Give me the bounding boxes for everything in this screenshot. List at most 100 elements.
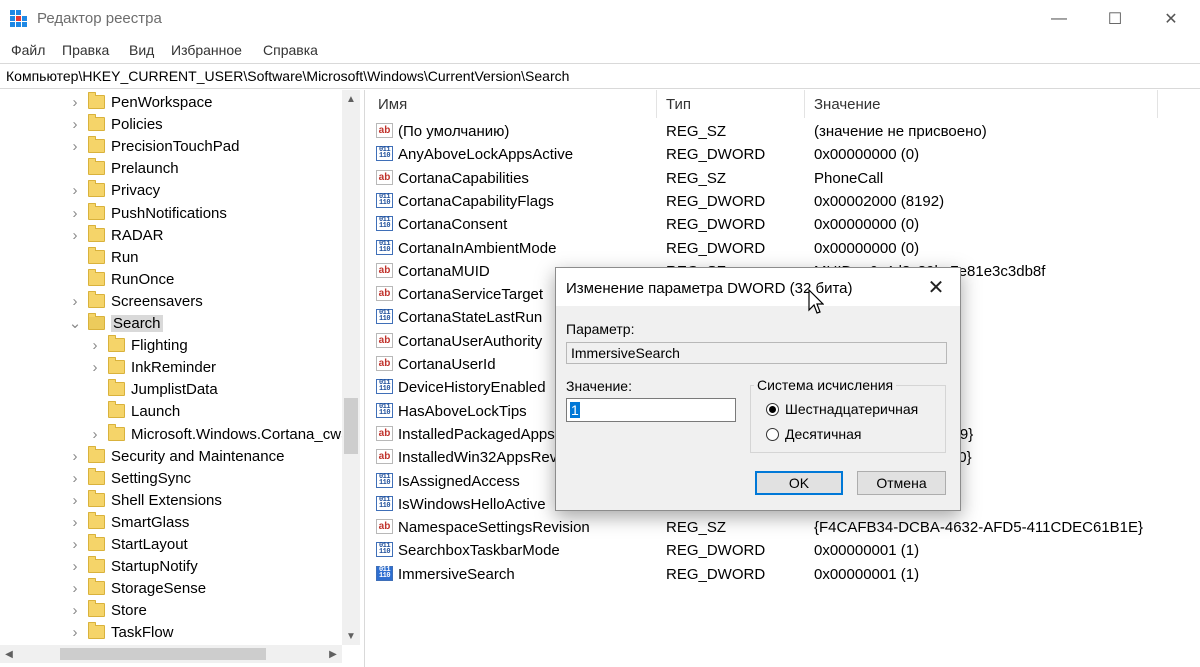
address-bar[interactable]: Компьютер\HKEY_CURRENT_USER\Software\Mic… (0, 63, 1200, 89)
chevron-right-icon[interactable]: › (68, 138, 82, 155)
tree-item-microsoft-windows-cortana-cw5[interactable]: › Microsoft.Windows.Cortana_cw5 (88, 423, 349, 445)
chevron-right-icon[interactable]: › (88, 359, 102, 376)
tree-item-startupnotify[interactable]: › StartupNotify (68, 555, 198, 577)
tree-item-radar[interactable]: › RADAR (68, 224, 164, 246)
value-row[interactable]: ab NamespaceSettingsRevision REG_SZ {F4CAFB… (369, 516, 1200, 539)
value-name: CortanaMUID (398, 263, 490, 280)
chevron-down-icon[interactable]: ⌄ (68, 315, 82, 332)
value-row[interactable]: 011 110 AnyAboveLockAppsActive REG_DWORD 0x0… (369, 143, 1200, 166)
tree-item-pushnotifications[interactable]: › PushNotifications (68, 202, 227, 224)
value-row[interactable]: 011 110 ImmersiveSearch REG_DWORD 0x00000001… (369, 563, 1200, 586)
scroll-up-icon[interactable]: ▲ (342, 90, 360, 108)
chevron-right-icon[interactable]: › (68, 94, 82, 111)
tree-item-startlayout[interactable]: › StartLayout (68, 533, 188, 555)
tree-item-label: Store (111, 601, 147, 619)
tree-vertical-scrollbar[interactable]: ▲ ▼ (342, 90, 360, 645)
column-value[interactable]: Значение (814, 90, 1154, 118)
chevron-right-icon[interactable]: › (68, 470, 82, 487)
key-tree[interactable]: › PenWorkspace › Policies › PrecisionTouchPad… (0, 90, 365, 667)
dword-value-icon: 011 110 (376, 379, 393, 394)
chevron-right-icon[interactable]: › (68, 492, 82, 509)
tree-item-label: Screensavers (111, 292, 203, 310)
close-button[interactable]: ✕ (1143, 0, 1199, 38)
chevron-right-icon[interactable]: › (88, 426, 102, 443)
value-row[interactable]: 011 110 CortanaConsent REG_DWORD 0x00000000 … (369, 213, 1200, 236)
tree-item-prelaunch[interactable]: Prelaunch (68, 157, 179, 179)
chevron-right-icon[interactable]: › (88, 337, 102, 354)
value-row[interactable]: 011 110 SearchboxTaskbarMode REG_DWORD 0x000… (369, 539, 1200, 562)
column-divider[interactable] (804, 90, 805, 118)
chevron-right-icon[interactable]: › (68, 205, 82, 222)
value-row[interactable]: 011 110 CortanaCapabilityFlags REG_DWORD 0x0… (369, 190, 1200, 213)
hex-radio[interactable]: Шестнадцатеричная (766, 401, 918, 417)
ok-button[interactable]: OK (755, 471, 843, 495)
tree-item-launch[interactable]: Launch (88, 400, 180, 422)
folder-icon (88, 269, 105, 286)
chevron-right-icon[interactable]: › (68, 182, 82, 199)
tree-item-inkreminder[interactable]: › InkReminder (88, 356, 216, 378)
chevron-right-icon[interactable]: › (68, 116, 82, 133)
tree-item-policies[interactable]: › Policies (68, 113, 163, 135)
chevron-right-icon[interactable]: › (68, 580, 82, 597)
tree-item-taskflow[interactable]: › TaskFlow (68, 621, 174, 643)
tree-item-privacy[interactable]: › Privacy (68, 179, 160, 201)
tree-item-jumplistdata[interactable]: JumplistData (88, 378, 218, 400)
tree-item-shell-extensions[interactable]: › Shell Extensions (68, 489, 222, 511)
value-name: IsWindowsHelloActive (398, 496, 546, 513)
menu-view[interactable]: Вид (129, 42, 154, 58)
tree-horizontal-scrollbar[interactable]: ◀ ▶ (0, 645, 342, 663)
tree-item-search[interactable]: ⌄ Search (68, 312, 163, 334)
value-name: CortanaServiceTarget (398, 286, 544, 303)
value-row[interactable]: ab (По умолчанию) REG_SZ (значение не присв… (369, 120, 1200, 143)
hscroll-thumb[interactable] (60, 648, 266, 660)
scroll-thumb[interactable] (344, 398, 358, 454)
string-value-icon: ab (376, 123, 393, 138)
tree-item-security-and-maintenance[interactable]: › Security and Maintenance (68, 445, 284, 467)
decimal-radio[interactable]: Десятичная (766, 426, 861, 442)
column-divider[interactable] (656, 90, 657, 118)
tree-item-settingsync[interactable]: › SettingSync (68, 467, 191, 489)
menu-file[interactable]: Файл (11, 42, 45, 58)
tree-item-storagesense[interactable]: › StorageSense (68, 577, 206, 599)
folder-icon (88, 600, 105, 617)
menu-edit[interactable]: Правка (62, 42, 109, 58)
chevron-right-icon[interactable]: › (68, 514, 82, 531)
chevron-right-icon[interactable]: › (68, 448, 82, 465)
column-type[interactable]: Тип (666, 90, 806, 118)
scroll-left-icon[interactable]: ◀ (0, 645, 18, 663)
chevron-right-icon[interactable]: › (68, 558, 82, 575)
chevron-right-icon[interactable]: › (68, 624, 82, 641)
tree-item-label: RunOnce (111, 270, 175, 288)
menu-favorites[interactable]: Избранное (171, 42, 242, 58)
tree-item-penworkspace[interactable]: › PenWorkspace (68, 91, 212, 113)
chevron-right-icon[interactable]: › (68, 227, 82, 244)
dialog-close-button[interactable]: ✕ (922, 274, 950, 300)
column-name[interactable]: Имя (378, 90, 658, 118)
maximize-button[interactable]: ☐ (1087, 0, 1143, 38)
cancel-button[interactable]: Отмена (857, 471, 946, 495)
value-row[interactable]: 011 110 CortanaInAmbientMode REG_DWORD 0x000… (369, 237, 1200, 260)
scroll-right-icon[interactable]: ▶ (324, 645, 342, 663)
tree-item-run[interactable]: Run (68, 246, 139, 268)
chevron-right-icon[interactable]: › (68, 536, 82, 553)
scroll-down-icon[interactable]: ▼ (342, 627, 360, 645)
value-data-input[interactable]: 1 (566, 398, 736, 422)
tree-item-flighting[interactable]: › Flighting (88, 334, 188, 356)
tree-item-precisiontouchpad[interactable]: › PrecisionTouchPad (68, 135, 239, 157)
tree-item-screensavers[interactable]: › Screensavers (68, 290, 203, 312)
minimize-button[interactable]: — (1031, 0, 1087, 38)
value-data: PhoneCall (814, 170, 884, 187)
chevron-right-icon[interactable]: › (68, 293, 82, 310)
value-row[interactable]: ab CortanaCapabilities REG_SZ PhoneCall (369, 167, 1200, 190)
column-divider[interactable] (1157, 90, 1158, 118)
tree-item-store[interactable]: › Store (68, 599, 147, 621)
dword-value-icon: 011 110 (376, 146, 393, 161)
value-type: REG_SZ (666, 123, 727, 140)
tree-item-smartglass[interactable]: › SmartGlass (68, 511, 189, 533)
tree-item-runonce[interactable]: RunOnce (68, 268, 174, 290)
menu-help[interactable]: Справка (263, 42, 318, 58)
chevron-right-icon[interactable]: › (68, 602, 82, 619)
